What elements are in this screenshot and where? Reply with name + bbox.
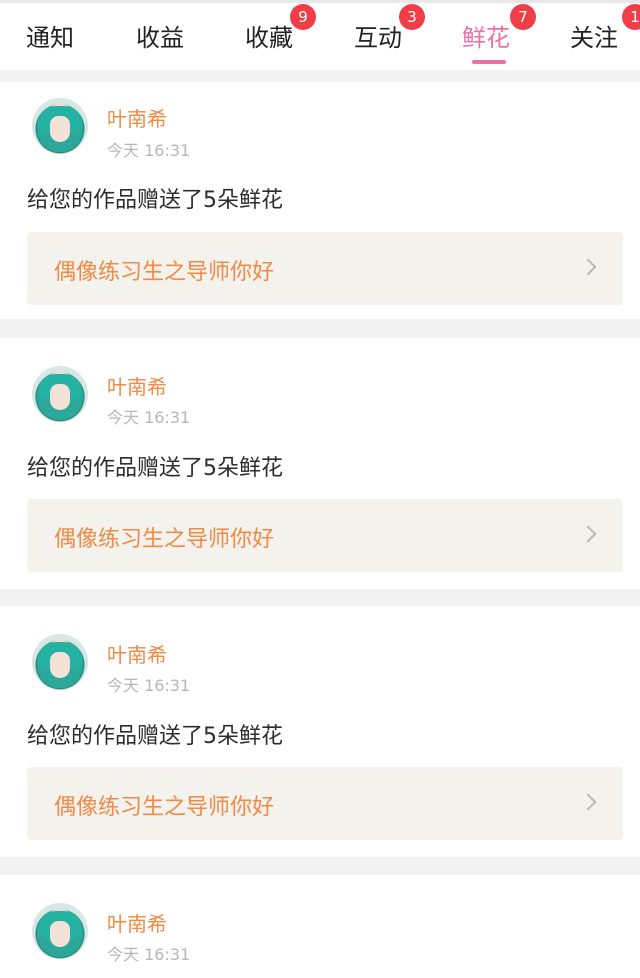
avatar-face (50, 652, 70, 678)
avatar[interactable] (32, 98, 88, 154)
tab-interactions[interactable]: 互动 3 (354, 4, 425, 53)
tab-favorites[interactable]: 收藏 9 (245, 4, 316, 53)
tab-label: 关注 (570, 24, 618, 52)
tab-label: 鲜花 (462, 24, 510, 52)
notification-message: 给您的作品赠送了5朵鲜花 (27, 188, 283, 213)
tab-earnings[interactable]: 收益 (136, 18, 184, 53)
notification-tabs: 通知 收益 收藏 9 互动 3 鲜花 7 关注 1 (0, 0, 640, 70)
tab-label: 收藏 (245, 24, 293, 52)
timestamp: 今天 16:31 (107, 676, 191, 695)
work-title: 偶像练习生之导师你好 (54, 527, 275, 552)
notification-card: 叶南希 今天 16:31 给您的作品赠送了5朵鲜花 偶像练习生之导师你好 (0, 338, 640, 589)
notification-message: 给您的作品赠送了5朵鲜花 (27, 456, 283, 481)
work-title: 偶像练习生之导师你好 (54, 795, 275, 820)
flowers-count-badge: 7 (510, 4, 536, 30)
work-link[interactable]: 偶像练习生之导师你好 (27, 767, 623, 840)
tab-following[interactable]: 关注 1 (570, 4, 640, 53)
timestamp: 今天 16:31 (107, 408, 191, 427)
notification-card: 叶南希 今天 16:31 给您的作品赠送了5朵鲜花 偶像练习生之导师你好 (0, 82, 640, 319)
tab-label: 收益 (136, 24, 184, 52)
tab-flowers[interactable]: 鲜花 7 (462, 4, 536, 53)
work-title: 偶像练习生之导师你好 (54, 260, 275, 285)
user-name[interactable]: 叶南希 (107, 908, 167, 937)
chevron-right-icon (579, 258, 597, 276)
tab-label: 互动 (354, 24, 402, 52)
user-name[interactable]: 叶南希 (107, 371, 167, 400)
notification-card: 叶南希 今天 16:31 (0, 875, 640, 978)
notification-message: 给您的作品赠送了5朵鲜花 (27, 724, 283, 749)
work-link[interactable]: 偶像练习生之导师你好 (27, 499, 623, 572)
notification-card: 叶南希 今天 16:31 给您的作品赠送了5朵鲜花 偶像练习生之导师你好 (0, 606, 640, 857)
user-name[interactable]: 叶南希 (107, 639, 167, 668)
tab-label: 通知 (26, 24, 74, 52)
timestamp: 今天 16:31 (107, 945, 191, 964)
tab-notice[interactable]: 通知 (26, 18, 74, 53)
work-link[interactable]: 偶像练习生之导师你好 (27, 232, 623, 305)
avatar-face (50, 116, 70, 142)
avatar-face (50, 384, 70, 410)
avatar[interactable] (32, 634, 88, 690)
avatar-face (50, 921, 70, 947)
timestamp: 今天 16:31 (107, 141, 191, 160)
following-count-badge: 1 (622, 4, 640, 30)
interactions-count-badge: 3 (399, 4, 425, 30)
chevron-right-icon (579, 793, 597, 811)
avatar[interactable] (32, 903, 88, 959)
chevron-right-icon (579, 525, 597, 543)
active-tab-indicator (472, 60, 506, 64)
favorites-count-badge: 9 (290, 4, 316, 30)
avatar[interactable] (32, 366, 88, 422)
user-name[interactable]: 叶南希 (107, 103, 167, 132)
